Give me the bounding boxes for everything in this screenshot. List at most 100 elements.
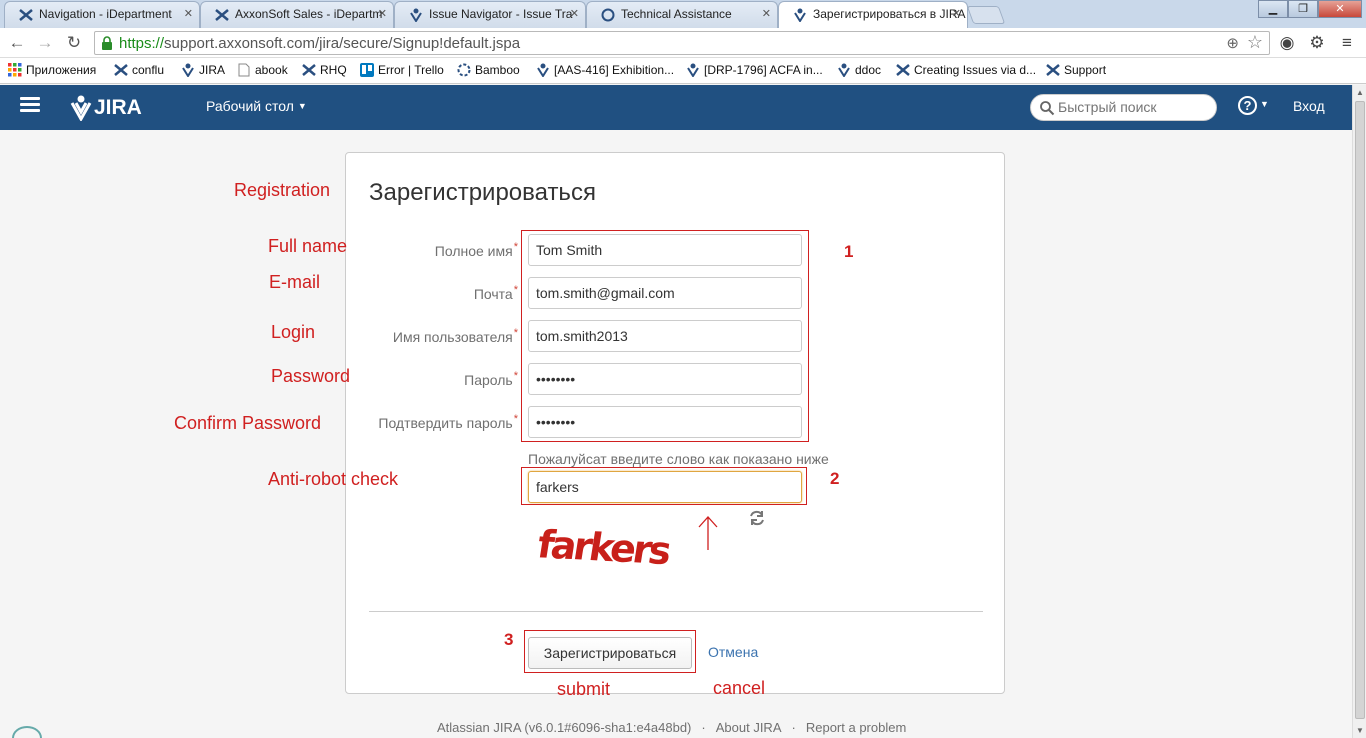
reload-icon[interactable]: ↻ [63,32,85,54]
back-arrow-icon[interactable]: ← [6,32,28,54]
bookmark-label: RHQ [320,63,347,77]
annotation-login: Login [271,322,316,342]
bookmark-label: abook [255,63,288,77]
apps-grid-icon [8,63,22,77]
annotation-arrow-up-icon [698,516,718,550]
bookmark-support[interactable]: Support [1046,63,1106,77]
window-controls: ▁ ❐ ✕ [1258,0,1362,18]
close-icon[interactable]: ✕ [570,7,579,20]
browser-tab-register[interactable]: Зарегистрироваться в JIRA ✕ [778,1,968,29]
refresh-captcha-icon[interactable] [747,508,767,528]
menu-icon[interactable]: ≡ [1336,32,1358,54]
svg-text:farkers: farkers [538,523,673,573]
page-scrollbar[interactable]: ▲ ▼ [1352,85,1366,738]
annotation-confirm-password: Confirm Password [174,413,322,433]
jira-icon [687,63,699,77]
forward-arrow-icon[interactable]: → [34,32,56,54]
browser-tab-issue-navigator[interactable]: Issue Navigator - Issue Tra ✕ [394,1,586,28]
scrollbar-thumb[interactable] [1355,101,1365,719]
about-jira-link[interactable]: About JIRA [716,720,782,735]
cancel-link[interactable]: Отмена [708,644,758,660]
settings-gear-icon[interactable]: ⚙ [1306,32,1328,54]
scroll-down-icon[interactable]: ▼ [1356,726,1364,735]
annotation-email: E-mail [269,272,321,292]
annotation-cancel: cancel [713,678,766,698]
browser-toolbar: ← → ↻ https://support.axxonsoft.com/jira… [0,28,1366,58]
quick-search-input[interactable] [1058,99,1208,115]
login-link[interactable]: Вход [1293,98,1325,114]
confluence-icon [1046,64,1060,76]
close-icon[interactable]: ✕ [378,7,387,20]
footer-separator: · [701,720,706,735]
close-icon[interactable]: ✕ [952,7,961,20]
required-mark: * [513,327,518,339]
help-icon: ? [1238,96,1257,115]
zoom-icon[interactable]: ⊕ [1226,34,1239,52]
report-problem-link[interactable]: Report a problem [806,720,906,735]
bookmark-apps[interactable]: Приложения [8,63,96,77]
bookmark-label: Bamboo [475,63,520,77]
quick-search[interactable] [1030,94,1217,121]
bookmark-rhq[interactable]: RHQ [302,63,347,77]
jira-logo-icon [70,95,92,121]
scroll-up-icon[interactable]: ▲ [1356,88,1364,97]
window-close-button[interactable]: ✕ [1318,0,1362,18]
tab-label: AxxonSoft Sales - iDepartm [235,7,383,21]
jira-icon [182,63,194,77]
bookmark-label: [AAS-416] Exhibition... [554,63,675,77]
bookmark-bamboo[interactable]: Bamboo [457,63,520,77]
bamboo-icon [457,63,471,77]
bookmark-conflu[interactable]: conflu [114,63,164,77]
bookmark-label: Error | Trello [378,63,444,77]
bookmark-drp-1796[interactable]: [DRP-1796] ACFA in... [686,63,823,77]
dashboard-label: Рабочий стол [206,98,294,114]
page-title: Зарегистрироваться [369,179,596,206]
logo-text: JIRA [94,96,142,119]
minimize-button[interactable]: ▁ [1258,0,1288,18]
new-tab-button[interactable] [966,6,1006,24]
browser-tab-navigation[interactable]: Navigation - iDepartment ✕ [4,1,200,28]
jira-icon [410,8,422,22]
annotation-number-2: 2 [830,469,840,488]
bookmark-creating-issues[interactable]: Creating Issues via d... [896,63,1036,77]
jira-icon [537,63,549,77]
browser-tab-technical-assistance[interactable]: Technical Assistance ✕ [586,1,778,28]
annotation-registration: Registration [234,180,331,200]
annotation-number-3: 3 [504,630,514,649]
footer-separator: · [791,720,796,735]
extension-icon[interactable]: ◉ [1276,32,1298,54]
form-divider [369,611,983,612]
annotation-number-1: 1 [844,242,854,261]
jira-header: JIRA Рабочий стол▼ ?▼ Вход [0,85,1352,130]
help-menu[interactable]: ? ▼ [1238,96,1269,115]
maximize-button[interactable]: ❐ [1288,0,1318,18]
atlassian-corner-icon [12,726,42,738]
password-label: Пароль* [464,370,518,388]
jira-icon [838,63,850,77]
trello-icon [360,63,374,77]
page-footer: Atlassian JIRA (v6.0.1#6096-sha1:e4a48bd… [437,720,906,735]
bookmark-aas-416[interactable]: [AAS-416] Exhibition... [536,63,674,77]
browser-tab-sales[interactable]: AxxonSoft Sales - iDepartm ✕ [200,1,394,28]
bookmark-label: conflu [132,63,165,77]
bookmark-trello[interactable]: Error | Trello [360,63,444,77]
required-mark: * [513,370,518,382]
bookmark-label: JIRA [199,63,226,77]
bookmark-star-icon[interactable]: ☆ [1247,32,1263,53]
bookmark-abook[interactable]: abook [237,63,288,77]
chevron-down-icon: ▼ [1260,99,1269,109]
confluence-icon [896,64,910,76]
bookmark-jira[interactable]: JIRA [181,63,225,77]
hamburger-menu-icon[interactable] [20,97,40,113]
annotation-anti-robot: Anti-robot check [268,469,399,489]
address-bar[interactable]: https://support.axxonsoft.com/jira/secur… [94,31,1270,55]
tab-label: Technical Assistance [621,7,732,21]
tab-label: Зарегистрироваться в JIRA [813,7,966,21]
confluence-icon [114,64,128,76]
close-icon[interactable]: ✕ [762,7,771,20]
bookmark-ddoc[interactable]: ddoc [837,63,881,77]
bookmarks-bar: Приложения conflu JIRA abook RHQ Error |… [0,58,1366,84]
close-icon[interactable]: ✕ [184,7,193,20]
annotation-box-submit [524,630,696,673]
dashboard-menu[interactable]: Рабочий стол ▼ [206,98,307,114]
